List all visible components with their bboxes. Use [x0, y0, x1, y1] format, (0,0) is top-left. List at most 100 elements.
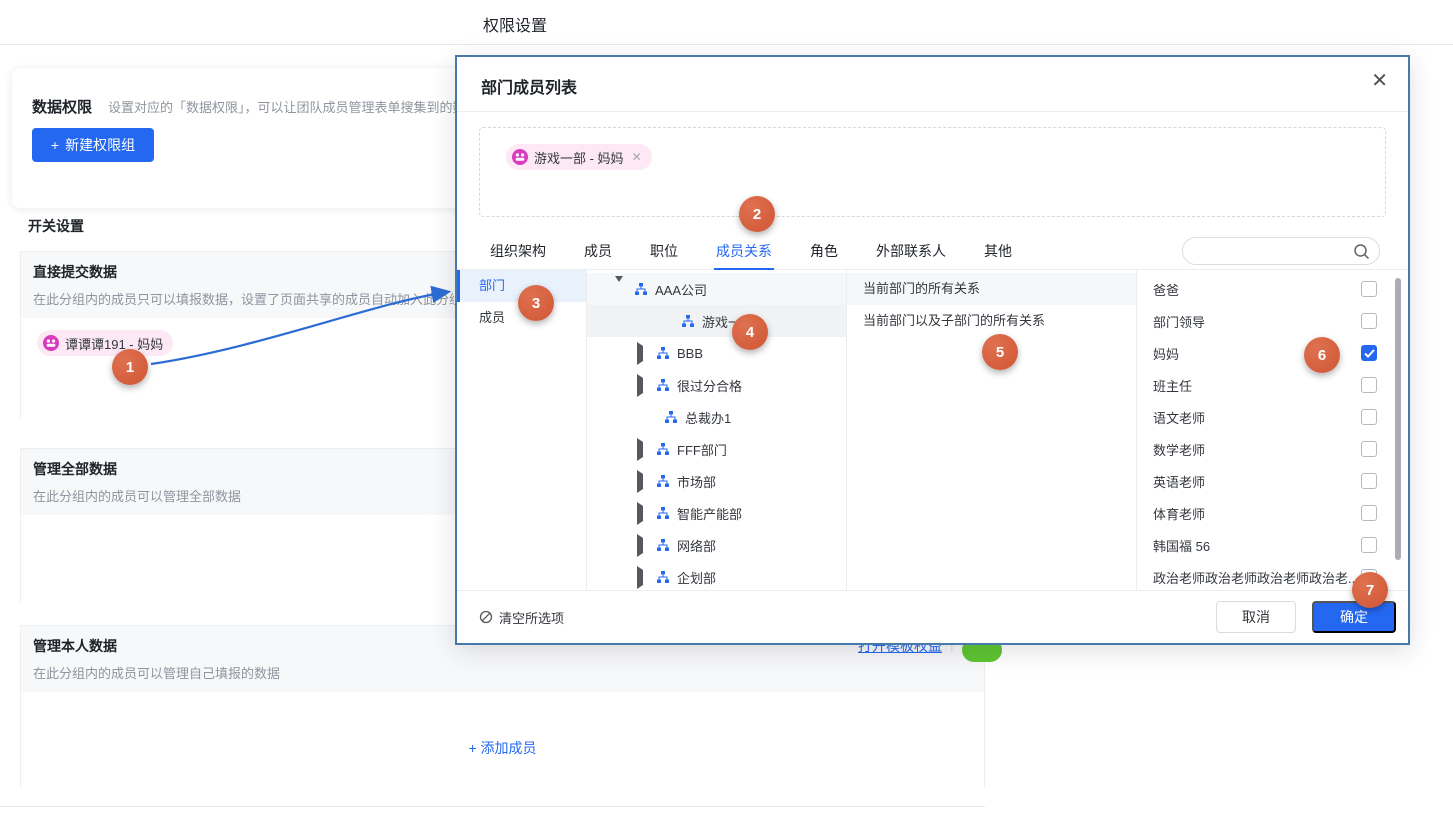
search-box — [1182, 237, 1380, 265]
member-tag-label: 谭谭谭191 - 妈妈 — [65, 334, 163, 353]
member-row[interactable]: 爸爸 — [1137, 273, 1397, 305]
relation-icon — [512, 149, 528, 165]
tree-node[interactable]: 企划部 — [587, 561, 846, 590]
page-title: 权限设置 — [483, 12, 547, 36]
tree-node-label: 网络部 — [677, 536, 716, 555]
member-label: 部门领导 — [1153, 312, 1361, 331]
plus-icon: + — [468, 740, 476, 756]
member-row[interactable]: 语文老师 — [1137, 401, 1397, 433]
tree-node[interactable]: 总裁办1 — [587, 401, 846, 433]
org-icon — [682, 315, 694, 327]
member-row[interactable]: 数学老师 — [1137, 433, 1397, 465]
member-row[interactable]: 体育老师 — [1137, 497, 1397, 529]
bottom-divider — [0, 806, 985, 807]
tab-roles[interactable]: 角色 — [810, 235, 838, 270]
dialog-title: 部门成员列表 — [481, 74, 577, 98]
confirm-button[interactable]: 确定 — [1312, 601, 1396, 633]
member-list: 爸爸 部门领导 妈妈 班主任 语文老师 — [1137, 270, 1397, 590]
switch-settings-label: 开关设置 — [28, 216, 84, 236]
top-bar: 权限设置 — [0, 0, 1453, 45]
tree-node[interactable]: FFF部门 — [587, 433, 846, 465]
tree-node-label: 智能产能部 — [677, 504, 742, 523]
caret-right-icon[interactable] — [637, 378, 649, 393]
member-label: 数学老师 — [1153, 440, 1361, 459]
checkbox[interactable] — [1361, 313, 1377, 329]
clear-selection-button[interactable]: 清空所选项 — [479, 608, 1216, 627]
relation-list: 当前部门的所有关系 当前部门以及子部门的所有关系 — [847, 270, 1137, 590]
member-label: 体育老师 — [1153, 504, 1361, 523]
checkbox-checked[interactable] — [1361, 345, 1377, 361]
annotation-badge-2: 2 — [739, 196, 775, 232]
checkbox[interactable] — [1361, 537, 1377, 553]
tree-node[interactable]: AAA公司 — [587, 273, 846, 305]
card-description: 设置对应的「数据权限」，可以让团队成员管理表单搜集到的数据 — [108, 97, 479, 116]
scrollbar-thumb[interactable] — [1395, 278, 1401, 560]
annotation-badge-1: 1 — [112, 349, 148, 385]
tree-node-label: BBB — [677, 346, 703, 361]
clear-selection-label: 清空所选项 — [499, 608, 564, 627]
tree-node[interactable]: 很过分合格 — [587, 369, 846, 401]
member-row[interactable]: 部门领导 — [1137, 305, 1397, 337]
tree-node-label: 很过分合格 — [677, 376, 742, 395]
tree-node-label: AAA公司 — [655, 280, 707, 299]
tree-node[interactable]: 网络部 — [587, 529, 846, 561]
tab-members[interactable]: 成员 — [584, 235, 612, 270]
tree-node-label: 总裁办1 — [685, 408, 731, 427]
tree-node-label: 企划部 — [677, 568, 716, 587]
tab-other[interactable]: 其他 — [984, 235, 1012, 270]
caret-down-icon[interactable] — [615, 282, 627, 297]
member-label: 语文老师 — [1153, 408, 1361, 427]
member-row[interactable]: 英语老师 — [1137, 465, 1397, 497]
member-label: 爸爸 — [1153, 280, 1361, 299]
cancel-button[interactable]: 取消 — [1216, 601, 1296, 633]
relation-icon — [43, 335, 59, 351]
checkbox[interactable] — [1361, 409, 1377, 425]
tree-node[interactable]: BBB — [587, 337, 846, 369]
caret-right-icon[interactable] — [637, 506, 649, 521]
relation-option-current-and-sub[interactable]: 当前部门以及子部门的所有关系 — [847, 305, 1136, 337]
section-description: 在此分组内的成员可以管理自己填报的数据 — [33, 663, 972, 682]
checkbox[interactable] — [1361, 281, 1377, 297]
tree-node-label: FFF部门 — [677, 440, 727, 459]
caret-right-icon[interactable] — [637, 570, 649, 585]
tree-node-selected[interactable]: 游戏一部 — [587, 305, 846, 337]
new-permission-group-button[interactable]: + 新建权限组 — [32, 128, 154, 162]
checkbox[interactable] — [1361, 473, 1377, 489]
new-permission-group-label: 新建权限组 — [65, 135, 135, 155]
tree-node-label: 市场部 — [677, 472, 716, 491]
close-icon[interactable]: ✕ — [1371, 71, 1388, 91]
org-icon — [657, 347, 669, 359]
tab-position[interactable]: 职位 — [650, 235, 678, 270]
tab-org-structure[interactable]: 组织架构 — [490, 235, 546, 270]
dialog-footer: 清空所选项 取消 确定 — [457, 590, 1408, 643]
caret-right-icon[interactable] — [637, 346, 649, 361]
screen: 权限设置 数据权限 设置对应的「数据权限」，可以让团队成员管理表单搜集到的数据 … — [0, 0, 1453, 823]
annotation-badge-3: 3 — [518, 285, 554, 321]
checkbox[interactable] — [1361, 377, 1377, 393]
relation-option-current[interactable]: 当前部门的所有关系 — [847, 273, 1136, 305]
tree-node[interactable]: 市场部 — [587, 465, 846, 497]
selected-tag-label: 游戏一部 - 妈妈 — [534, 148, 624, 167]
tab-member-relations[interactable]: 成员关系 — [716, 235, 772, 270]
annotation-badge-5: 5 — [982, 334, 1018, 370]
caret-right-icon[interactable] — [637, 442, 649, 457]
caret-right-icon[interactable] — [637, 474, 649, 489]
department-tree: AAA公司 游戏一部 BBB 很过分合格 总 — [587, 270, 847, 590]
annotation-badge-4: 4 — [732, 314, 768, 350]
tag-remove-icon[interactable]: ✕ — [632, 150, 642, 164]
org-icon — [635, 283, 647, 295]
tree-node[interactable]: 智能产能部 — [587, 497, 846, 529]
member-label: 政治老师政治老师政治老师政治老... — [1153, 568, 1361, 587]
org-icon — [657, 475, 669, 487]
caret-right-icon[interactable] — [637, 538, 649, 553]
member-row[interactable]: 韩国福 56 — [1137, 529, 1397, 561]
checkbox[interactable] — [1361, 505, 1377, 521]
checkbox[interactable] — [1361, 441, 1377, 457]
clear-selection-icon — [479, 610, 493, 624]
member-label: 韩国福 56 — [1153, 536, 1361, 555]
member-row-checked[interactable]: 妈妈 — [1137, 337, 1397, 369]
search-input[interactable] — [1195, 240, 1345, 262]
add-member-link[interactable]: + 添加成员 — [21, 738, 984, 758]
member-row[interactable]: 班主任 — [1137, 369, 1397, 401]
tab-external-contacts[interactable]: 外部联系人 — [876, 235, 946, 270]
